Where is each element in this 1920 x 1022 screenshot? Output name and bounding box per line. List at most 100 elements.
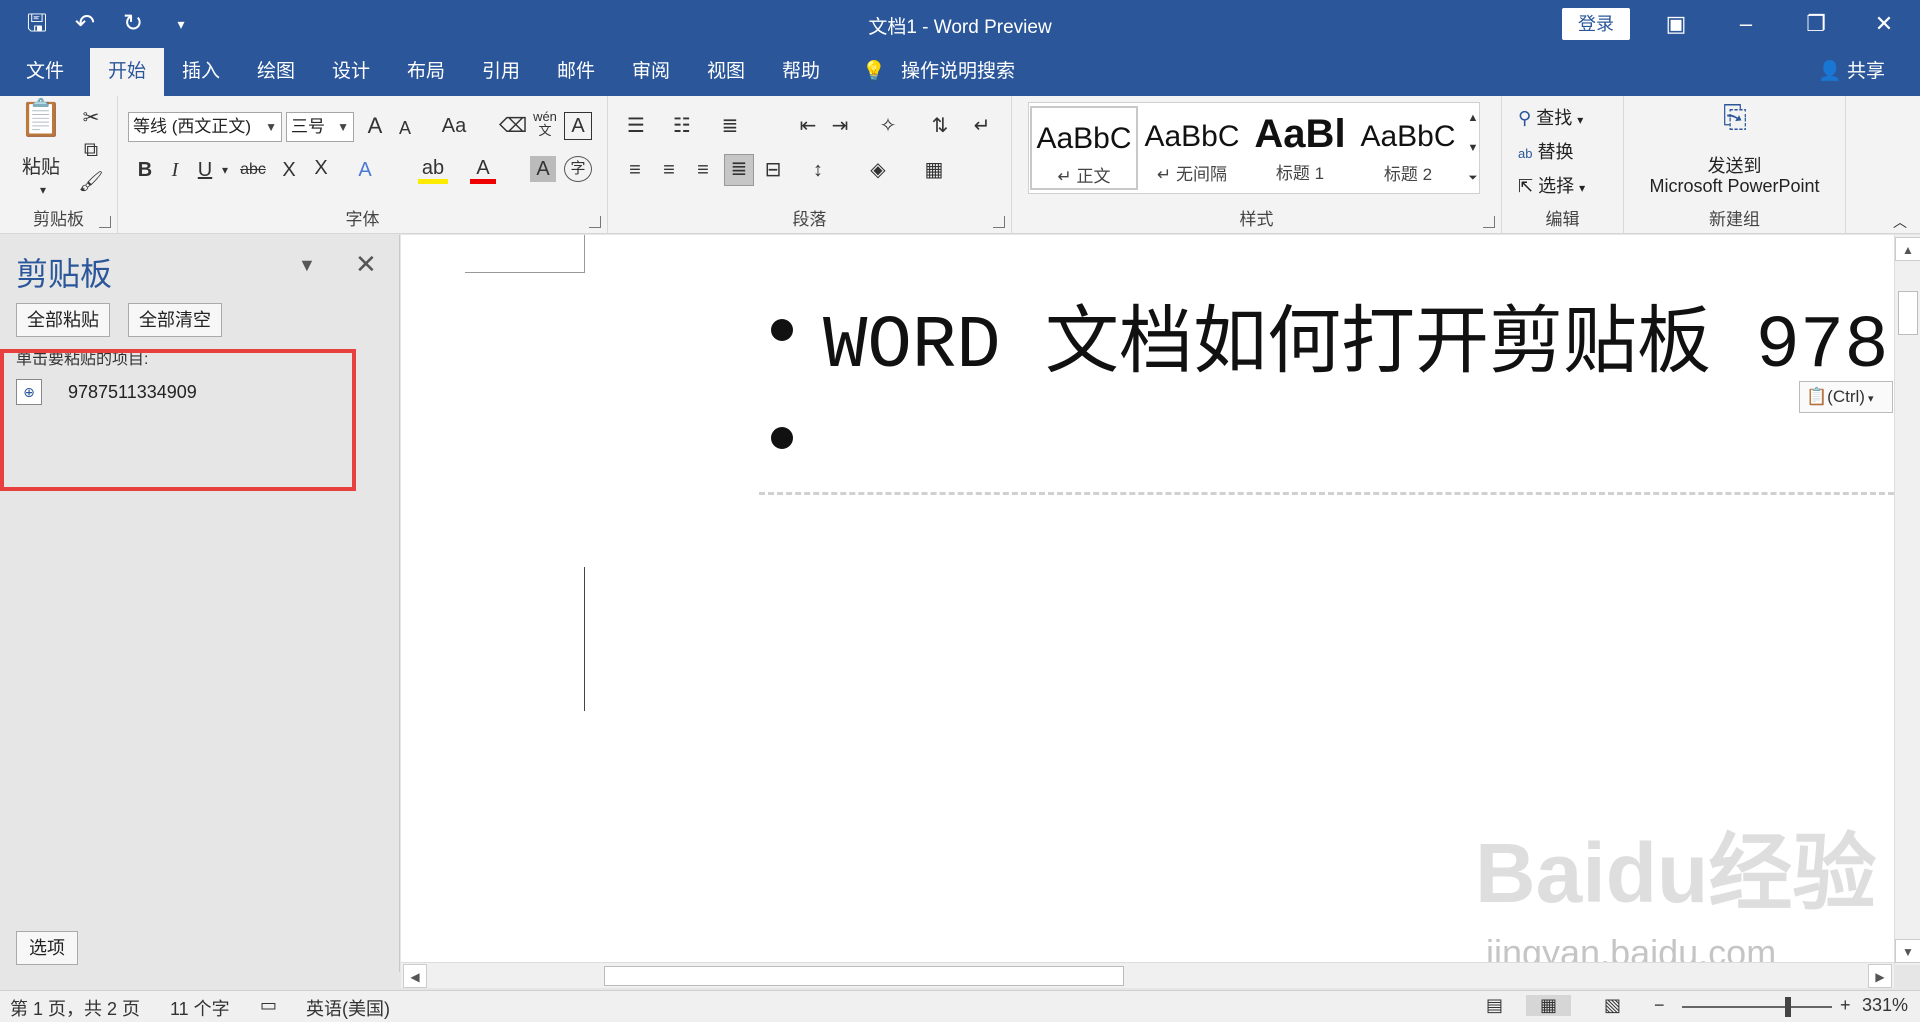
- decrease-indent-icon[interactable]: ⇤: [794, 112, 822, 140]
- send-to-ppt-line1[interactable]: 发送到: [1624, 152, 1845, 178]
- read-mode-icon[interactable]: ▤: [1486, 995, 1503, 1016]
- tab-insert[interactable]: 插入: [164, 48, 238, 96]
- borders-icon[interactable]: ▦: [914, 156, 954, 184]
- character-shading-icon[interactable]: A: [530, 156, 556, 182]
- zoom-slider[interactable]: [1682, 1006, 1832, 1008]
- tab-references[interactable]: 引用: [464, 48, 538, 96]
- chevron-down-icon[interactable]: ▼: [337, 113, 349, 141]
- tab-layout[interactable]: 布局: [389, 48, 463, 96]
- gallery-up-icon[interactable]: ▲: [1464, 104, 1482, 132]
- tab-home[interactable]: 开始: [90, 48, 165, 96]
- zoom-out-icon[interactable]: −: [1654, 995, 1665, 1016]
- font-color-icon[interactable]: A: [470, 154, 496, 184]
- show-marks-icon[interactable]: ↵: [968, 112, 996, 140]
- restore-icon[interactable]: ❐: [1796, 8, 1836, 40]
- vertical-scroll-thumb[interactable]: [1898, 291, 1918, 335]
- proofing-icon[interactable]: ▭: [260, 995, 277, 1016]
- format-painter-icon[interactable]: 🖌: [76, 168, 106, 196]
- font-launcher-icon[interactable]: [589, 216, 601, 228]
- enclose-characters-icon[interactable]: 字: [564, 156, 592, 182]
- numbering-icon[interactable]: ☷: [664, 112, 700, 140]
- line-spacing-icon[interactable]: ↕: [798, 156, 838, 184]
- document-line-1[interactable]: WORD 文档如何打开剪贴板 97875: [823, 281, 1894, 389]
- print-layout-icon[interactable]: ▦: [1526, 995, 1572, 1016]
- pane-menu-icon[interactable]: ▼: [298, 255, 316, 276]
- zoom-level[interactable]: 331%: [1862, 995, 1908, 1016]
- share-button[interactable]: 👤 共享: [1818, 48, 1885, 96]
- align-center-icon[interactable]: ≡: [656, 156, 682, 184]
- paste-all-button[interactable]: 全部粘贴: [16, 303, 110, 337]
- zoom-in-icon[interactable]: +: [1840, 995, 1851, 1016]
- style-heading-1[interactable]: AaBl 标题 1: [1246, 106, 1354, 190]
- character-border-icon[interactable]: A: [564, 112, 592, 140]
- copy-icon[interactable]: ⧉: [76, 136, 106, 164]
- document-canvas[interactable]: WORD 文档如何打开剪贴板 97875 📋(Ctrl) ▾ Baidu经验 j…: [401, 235, 1894, 965]
- align-left-icon[interactable]: ≡: [622, 156, 648, 184]
- select-button[interactable]: ⇱ 选择 ▾: [1518, 172, 1585, 198]
- minimize-icon[interactable]: –: [1726, 8, 1766, 40]
- clear-formatting-icon[interactable]: ⌫: [498, 112, 528, 140]
- close-icon[interactable]: ✕: [355, 249, 377, 280]
- style-heading-2[interactable]: AaBbC 标题 2: [1354, 106, 1462, 190]
- vertical-scrollbar[interactable]: ▲ ▼: [1894, 235, 1920, 965]
- word-count[interactable]: 11 个字: [170, 995, 230, 1021]
- chevron-down-icon[interactable]: ▼: [265, 113, 277, 141]
- highlight-color-icon[interactable]: ab: [418, 154, 448, 184]
- subscript-icon[interactable]: X: [276, 156, 302, 184]
- font-name-combo[interactable]: 等线 (西文正文) ▼: [128, 112, 282, 142]
- align-right-icon[interactable]: ≡: [690, 156, 716, 184]
- gallery-down-icon[interactable]: ▼: [1464, 134, 1482, 162]
- scroll-up-icon[interactable]: ▲: [1895, 237, 1920, 261]
- phonetic-guide-icon[interactable]: wén 文: [530, 110, 560, 138]
- scroll-left-icon[interactable]: ◀: [403, 964, 427, 988]
- text-effects-icon[interactable]: A: [352, 156, 378, 184]
- shrink-font-icon[interactable]: A: [392, 114, 418, 142]
- tab-help[interactable]: 帮助: [764, 48, 838, 96]
- tab-view[interactable]: 视图: [689, 48, 763, 96]
- styles-launcher-icon[interactable]: [1483, 216, 1495, 228]
- web-layout-icon[interactable]: ▧: [1604, 995, 1621, 1016]
- distributed-icon[interactable]: ⊟: [760, 156, 786, 184]
- close-icon[interactable]: ✕: [1864, 8, 1904, 40]
- style-no-spacing[interactable]: AaBbC ↵ 无间隔: [1138, 106, 1246, 190]
- send-to-ppt-line2[interactable]: Microsoft PowerPoint: [1624, 176, 1845, 197]
- paragraph-launcher-icon[interactable]: [993, 216, 1005, 228]
- chevron-down-icon[interactable]: ▾: [218, 156, 232, 184]
- grow-font-icon[interactable]: A: [362, 112, 388, 140]
- replace-button[interactable]: ab 替换: [1518, 138, 1573, 164]
- gallery-more-icon[interactable]: ⏷: [1464, 164, 1482, 192]
- paste-options-button[interactable]: 📋(Ctrl) ▾: [1799, 381, 1893, 413]
- find-button[interactable]: ⚲ 查找 ▾: [1518, 104, 1583, 130]
- page-count[interactable]: 第 1 页，共 2 页: [10, 995, 140, 1021]
- change-case-icon[interactable]: Aa: [434, 112, 474, 140]
- options-button[interactable]: 选项: [16, 931, 78, 965]
- bold-icon[interactable]: B: [132, 156, 158, 184]
- shading-icon[interactable]: ◈: [858, 156, 898, 184]
- tab-draw[interactable]: 绘图: [239, 48, 313, 96]
- underline-icon[interactable]: U: [192, 156, 218, 184]
- ribbon-display-options-icon[interactable]: ▣: [1656, 8, 1696, 40]
- horizontal-scroll-thumb[interactable]: [604, 966, 1124, 986]
- tab-mailings[interactable]: 邮件: [539, 48, 613, 96]
- asian-layout-icon[interactable]: ✧: [870, 112, 906, 140]
- zoom-slider-thumb[interactable]: [1785, 997, 1791, 1017]
- tab-review[interactable]: 审阅: [614, 48, 688, 96]
- send-to-powerpoint-icon[interactable]: ⎘: [1712, 103, 1758, 133]
- language-indicator[interactable]: 英语(美国): [306, 995, 390, 1021]
- tell-me-search[interactable]: 💡 操作说明搜索: [862, 48, 1015, 96]
- clipboard-launcher-icon[interactable]: [99, 216, 111, 228]
- scroll-down-icon[interactable]: ▼: [1895, 939, 1920, 963]
- increase-indent-icon[interactable]: ⇥: [826, 112, 854, 140]
- italic-icon[interactable]: I: [162, 156, 188, 184]
- collapse-ribbon-icon[interactable]: ︿: [1890, 208, 1910, 236]
- multilevel-list-icon[interactable]: ≣: [712, 112, 748, 140]
- tab-file[interactable]: 文件: [8, 48, 82, 96]
- style-normal[interactable]: AaBbC ↵ 正文: [1030, 106, 1138, 190]
- tab-design[interactable]: 设计: [314, 48, 388, 96]
- sort-icon[interactable]: ⇅: [926, 112, 954, 140]
- paste-icon[interactable]: 📋: [16, 100, 66, 150]
- scroll-right-icon[interactable]: ▶: [1868, 964, 1892, 988]
- paste-dropdown-icon[interactable]: ▾: [28, 176, 58, 204]
- font-size-combo[interactable]: 三号 ▼: [286, 112, 354, 142]
- bullets-icon[interactable]: ☰: [618, 112, 654, 140]
